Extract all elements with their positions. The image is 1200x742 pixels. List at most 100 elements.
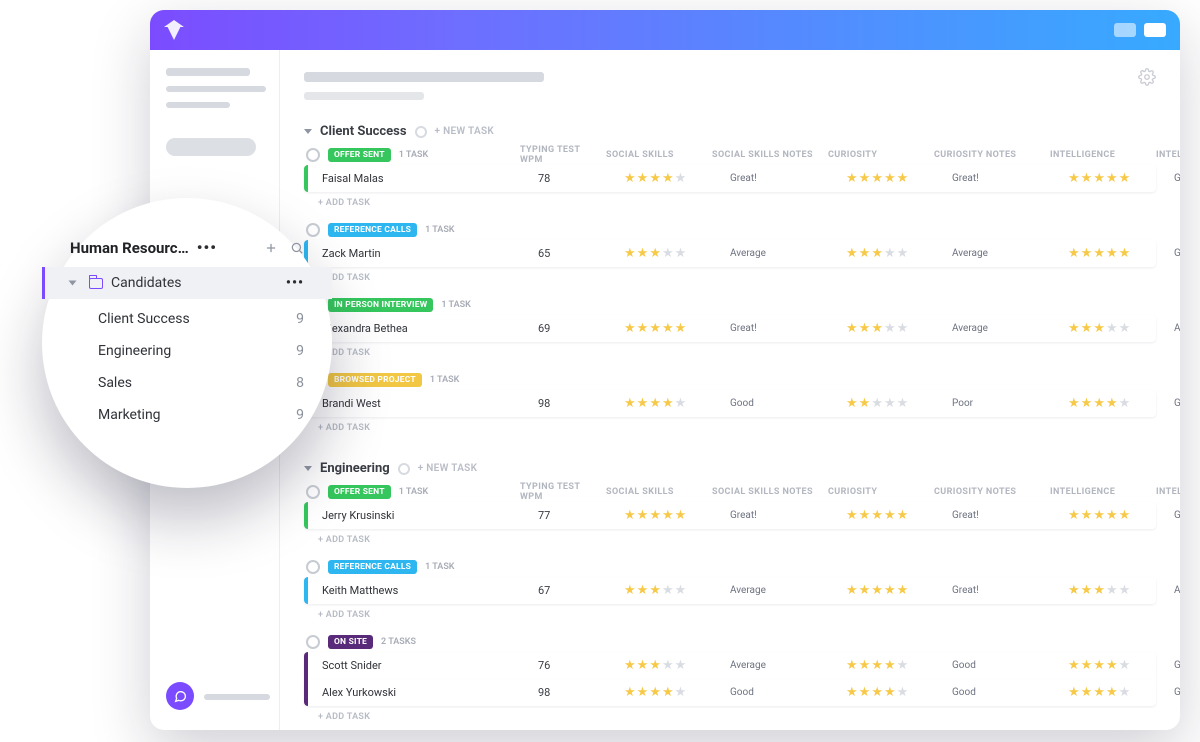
cell-intelligence-notes[interactable]: Great! — [1174, 510, 1180, 521]
chevron-down-icon[interactable] — [304, 466, 312, 471]
star-rating[interactable]: ★★★★★ — [846, 509, 946, 522]
cell-curiosity-notes[interactable]: Great! — [952, 585, 1062, 596]
star-rating[interactable]: ★★★★★ — [846, 172, 946, 185]
column-header[interactable]: TYPING TEST WPM — [520, 482, 600, 502]
cell-social-skills[interactable]: ★★★★★ — [624, 172, 724, 185]
status-toggle-icon[interactable] — [306, 223, 320, 237]
gear-icon[interactable] — [1138, 68, 1156, 86]
sidebar-search-placeholder[interactable] — [166, 138, 256, 156]
plus-icon[interactable] — [264, 241, 278, 255]
status-chip[interactable]: ON SITE — [328, 635, 373, 649]
cell-curiosity-notes[interactable]: Great! — [952, 173, 1062, 184]
star-rating[interactable]: ★★★★★ — [1068, 584, 1168, 597]
star-rating[interactable]: ★★★★★ — [1068, 397, 1168, 410]
task-row[interactable]: Scott Snider 76 ★★★★★ Average ★★★★★ Good… — [304, 652, 1156, 679]
window-pill[interactable] — [1144, 23, 1166, 37]
task-name[interactable]: Alexandra Bethea — [322, 322, 532, 335]
cell-social-notes[interactable]: Great! — [730, 323, 840, 334]
cell-social-skills[interactable]: ★★★★★ — [624, 397, 724, 410]
status-toggle-icon[interactable] — [306, 635, 320, 649]
cell-intelligence[interactable]: ★★★★★ — [1068, 247, 1168, 260]
task-row[interactable]: Alex Yurkowski 98 ★★★★★ Good ★★★★★ Good … — [304, 679, 1156, 706]
cell-curiosity-notes[interactable]: Good — [952, 660, 1062, 671]
cell-wpm[interactable]: 67 — [538, 584, 618, 597]
task-row[interactable]: Alexandra Bethea 69 ★★★★★ Great! ★★★★★ A… — [304, 315, 1156, 342]
status-toggle-icon[interactable] — [306, 485, 320, 499]
group-title[interactable]: Engineering — [320, 461, 390, 476]
cell-curiosity[interactable]: ★★★★★ — [846, 584, 946, 597]
star-rating[interactable]: ★★★★★ — [624, 247, 724, 260]
new-task-button[interactable]: + NEW TASK — [435, 126, 495, 137]
star-rating[interactable]: ★★★★★ — [846, 584, 946, 597]
status-chip[interactable]: OFFER SENT — [328, 485, 391, 499]
ellipsis-icon[interactable]: ••• — [197, 238, 217, 257]
star-rating[interactable]: ★★★★★ — [624, 322, 724, 335]
status-toggle-icon[interactable] — [306, 148, 320, 162]
star-rating[interactable]: ★★★★★ — [1068, 322, 1168, 335]
cell-curiosity[interactable]: ★★★★★ — [846, 659, 946, 672]
task-name[interactable]: Brandi West — [322, 397, 532, 410]
sidebar-item[interactable]: Engineering9 — [98, 335, 304, 367]
cell-social-notes[interactable]: Great! — [730, 510, 840, 521]
star-rating[interactable]: ★★★★★ — [1068, 247, 1168, 260]
info-icon[interactable] — [398, 463, 410, 475]
add-task-button[interactable]: + ADD TASK — [304, 192, 1156, 210]
column-header[interactable]: SOCIAL SKILLS — [606, 487, 706, 497]
task-row[interactable]: Zack Martin 65 ★★★★★ Average ★★★★★ Avera… — [304, 240, 1156, 267]
status-toggle-icon[interactable] — [306, 560, 320, 574]
star-rating[interactable]: ★★★★★ — [624, 686, 724, 699]
column-header[interactable]: CURIOSITY NOTES — [934, 150, 1044, 160]
sidebar-item-candidates[interactable]: Candidates ••• — [42, 267, 332, 299]
task-row[interactable]: Faisal Malas 78 ★★★★★ Great! ★★★★★ Great… — [304, 165, 1156, 192]
group-title[interactable]: Client Success — [320, 124, 407, 139]
cell-intelligence[interactable]: ★★★★★ — [1068, 322, 1168, 335]
star-rating[interactable]: ★★★★★ — [1068, 172, 1168, 185]
cell-social-notes[interactable]: Average — [730, 585, 840, 596]
cell-intelligence[interactable]: ★★★★★ — [1068, 172, 1168, 185]
cell-social-skills[interactable]: ★★★★★ — [624, 584, 724, 597]
cell-intelligence-notes[interactable]: Average — [1174, 323, 1180, 334]
sidebar-item[interactable]: Marketing9 — [98, 399, 304, 431]
task-name[interactable]: Keith Matthews — [322, 584, 532, 597]
star-rating[interactable]: ★★★★★ — [846, 659, 946, 672]
cell-social-skills[interactable]: ★★★★★ — [624, 247, 724, 260]
cell-curiosity[interactable]: ★★★★★ — [846, 172, 946, 185]
task-row[interactable]: Keith Matthews 67 ★★★★★ Average ★★★★★ Gr… — [304, 577, 1156, 604]
cell-curiosity-notes[interactable]: Average — [952, 248, 1062, 259]
star-rating[interactable]: ★★★★★ — [1068, 686, 1168, 699]
cell-wpm[interactable]: 76 — [538, 659, 618, 672]
star-rating[interactable]: ★★★★★ — [846, 397, 946, 410]
status-chip[interactable]: REFERENCE CALLS — [328, 560, 417, 574]
task-name[interactable]: Zack Martin — [322, 247, 532, 260]
cell-social-notes[interactable]: Great! — [730, 173, 840, 184]
status-chip[interactable]: REFERENCE CALLS — [328, 223, 417, 237]
cell-wpm[interactable]: 69 — [538, 322, 618, 335]
add-task-button[interactable]: + ADD TASK — [304, 604, 1156, 622]
info-icon[interactable] — [415, 126, 427, 138]
add-task-button[interactable]: + ADD TASK — [304, 417, 1156, 435]
column-header[interactable]: CURIOSITY — [828, 487, 928, 497]
cell-curiosity[interactable]: ★★★★★ — [846, 397, 946, 410]
cell-intelligence[interactable]: ★★★★★ — [1068, 659, 1168, 672]
cell-curiosity[interactable]: ★★★★★ — [846, 247, 946, 260]
cell-intelligence-notes[interactable]: Great! — [1174, 248, 1180, 259]
cell-intelligence-notes[interactable]: Good — [1174, 398, 1180, 409]
column-header[interactable]: CURIOSITY — [828, 150, 928, 160]
cell-social-notes[interactable]: Good — [730, 398, 840, 409]
new-task-button[interactable]: + NEW TASK — [418, 463, 478, 474]
search-icon[interactable] — [290, 241, 304, 255]
cell-social-skills[interactable]: ★★★★★ — [624, 509, 724, 522]
column-header[interactable]: INTELLIGENCE — [1050, 150, 1150, 160]
task-name[interactable]: Faisal Malas — [322, 172, 532, 185]
status-chip[interactable]: OFFER SENT — [328, 148, 391, 162]
cell-intelligence-notes[interactable]: Good — [1174, 687, 1180, 698]
cell-intelligence-notes[interactable]: Good — [1174, 660, 1180, 671]
star-rating[interactable]: ★★★★★ — [624, 509, 724, 522]
add-task-button[interactable]: + ADD TASK — [304, 342, 1156, 360]
task-name[interactable]: Alex Yurkowski — [322, 686, 532, 699]
star-rating[interactable]: ★★★★★ — [624, 584, 724, 597]
column-header[interactable]: SOCIAL SKILLS NOTES — [712, 150, 822, 160]
sidebar-item[interactable]: Sales8 — [98, 367, 304, 399]
column-header[interactable]: SOCIAL SKILLS — [606, 150, 706, 160]
column-header[interactable]: INTELLIGENCE NOTES — [1156, 487, 1180, 497]
